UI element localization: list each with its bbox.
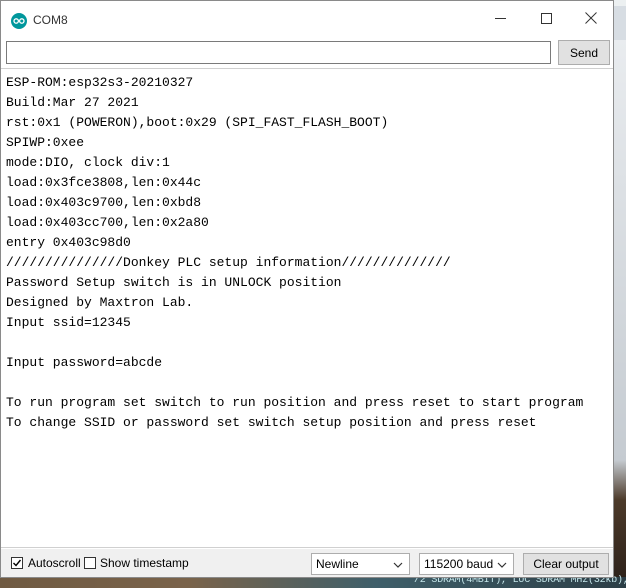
output-line: To change SSID or password set switch se… (6, 415, 537, 430)
serial-output[interactable]: ESP-ROM:esp32s3-20210327 Build:Mar 27 20… (1, 68, 613, 548)
checkmark-icon (13, 559, 22, 567)
background-window-edge (614, 0, 626, 588)
chevron-down-icon (497, 559, 507, 573)
show-timestamp-label: Show timestamp (100, 556, 189, 570)
send-button[interactable]: Send (558, 40, 610, 65)
output-line: Password Setup switch is in UNLOCK posit… (6, 275, 342, 290)
output-line: mode:DIO, clock div:1 (6, 155, 170, 170)
serial-monitor-window: COM8 Send ESP-ROM:esp32s3-20210327 Build… (0, 0, 614, 578)
baud-rate-select[interactable]: 115200 baud (419, 553, 514, 575)
maximize-button[interactable] (523, 1, 569, 39)
output-line: load:0x403cc700,len:0x2a80 (6, 215, 209, 230)
output-line: SPIWP:0xee (6, 135, 85, 150)
baud-rate-value: 115200 baud (424, 557, 494, 571)
show-timestamp-checkbox[interactable] (84, 557, 96, 569)
output-line: Input ssid=12345 (6, 315, 131, 330)
output-line: ESP-ROM:esp32s3-20210327 (6, 75, 194, 90)
minimize-icon (494, 11, 506, 29)
line-ending-select[interactable]: Newline (311, 553, 410, 575)
output-line: ///////////////Donkey PLC setup informat… (6, 255, 451, 270)
title-bar[interactable]: COM8 (1, 1, 613, 39)
window-title: COM8 (33, 13, 68, 27)
output-line: Designed by Maxtron Lab. (6, 295, 194, 310)
maximize-icon (540, 11, 552, 29)
serial-input[interactable] (6, 41, 551, 64)
arduino-icon (11, 13, 27, 29)
line-ending-value: Newline (316, 557, 359, 571)
output-line: Input password=abcde (6, 355, 163, 370)
output-line: load:0x403c9700,len:0xbd8 (6, 195, 202, 210)
output-line: rst:0x1 (POWERON),boot:0x29 (SPI_FAST_FL… (6, 115, 389, 130)
output-line: To run program set switch to run positio… (6, 395, 584, 410)
chevron-down-icon (393, 559, 403, 573)
close-icon (585, 11, 597, 29)
minimize-button[interactable] (477, 1, 523, 39)
clear-output-button[interactable]: Clear output (523, 553, 609, 575)
output-line: Build:Mar 27 2021 (6, 95, 139, 110)
autoscroll-checkbox[interactable] (11, 557, 23, 569)
output-line: load:0x3fce3808,len:0x44c (6, 175, 202, 190)
close-button[interactable] (568, 1, 614, 39)
output-line: entry 0x403c98d0 (6, 235, 131, 250)
autoscroll-label: Autoscroll (28, 556, 81, 570)
